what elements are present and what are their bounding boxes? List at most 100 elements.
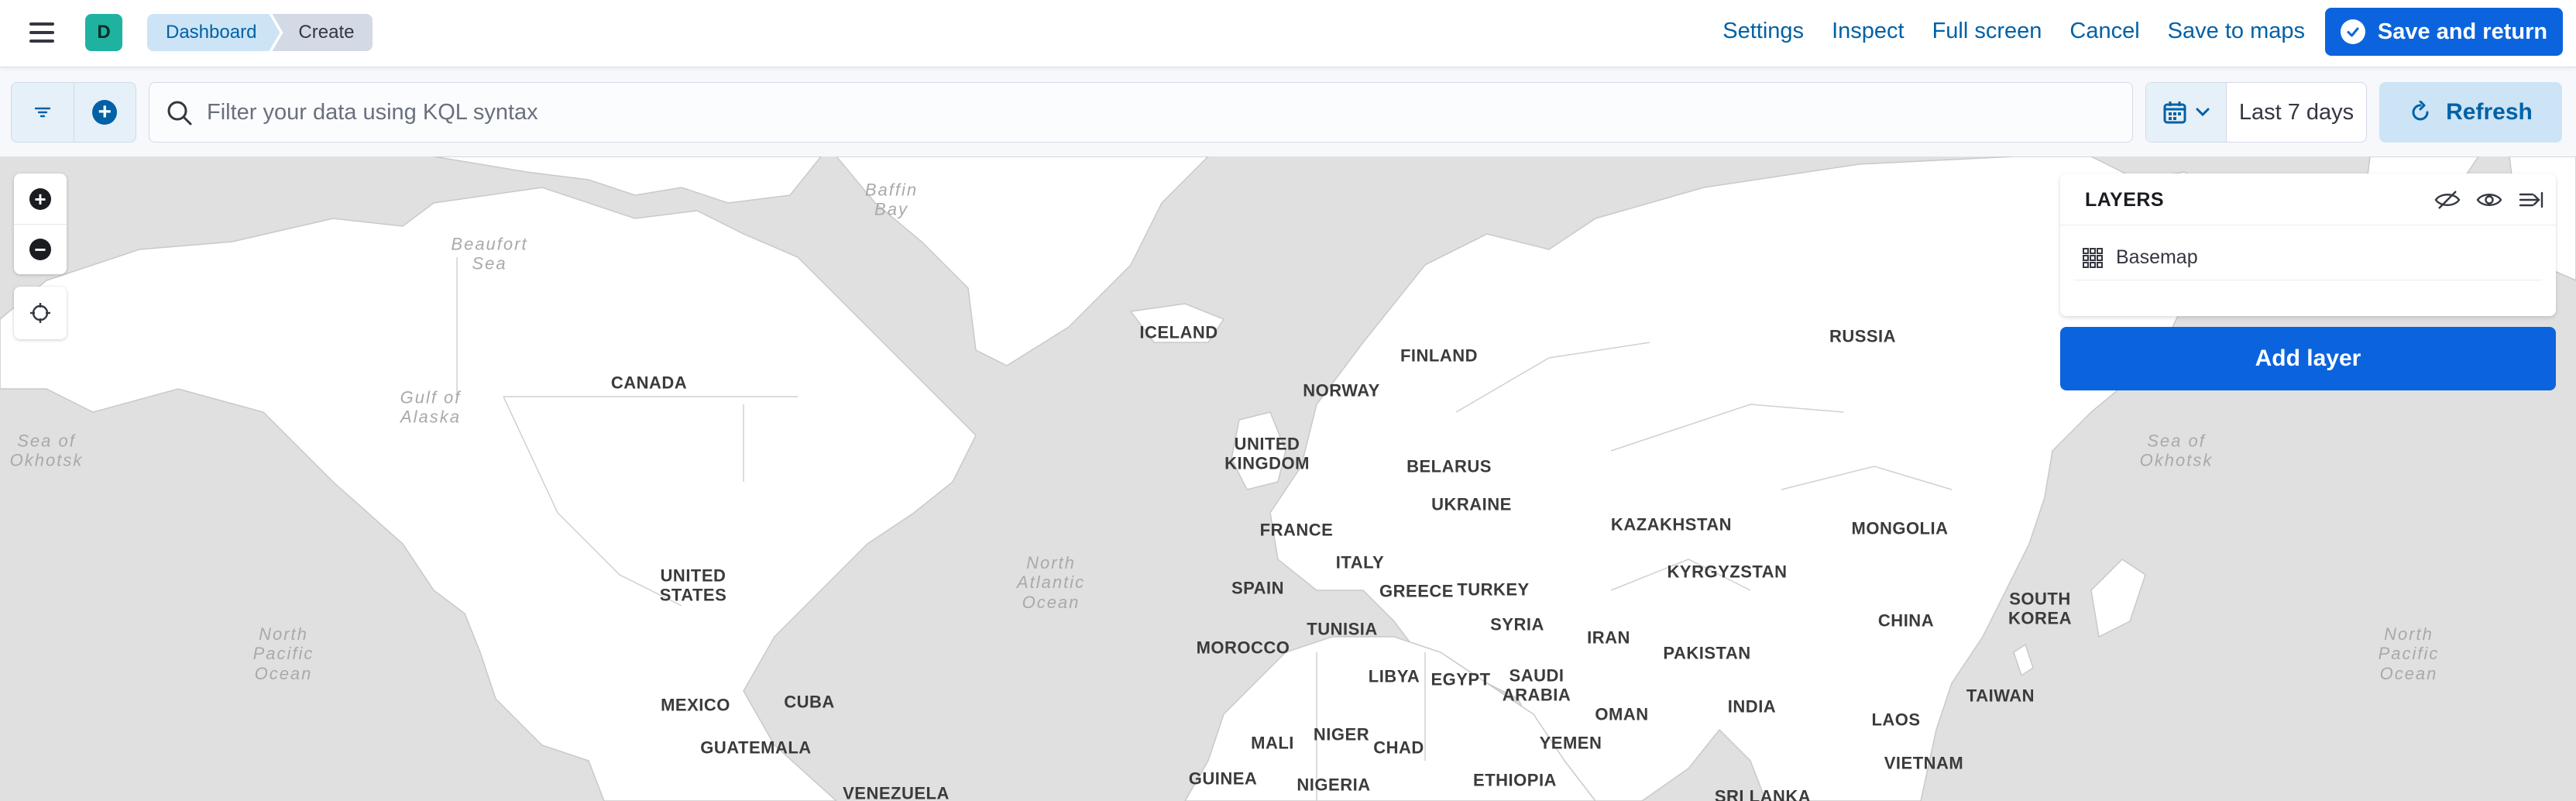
breadcrumb-dashboard[interactable]: Dashboard <box>147 14 280 51</box>
reset-view-button[interactable] <box>14 287 67 339</box>
country-label: OMAN <box>1595 704 1649 724</box>
country-label: ETHIOPIA <box>1473 770 1557 790</box>
country-label: PAKISTAN <box>1663 643 1751 663</box>
country-label: GUINEA <box>1188 768 1258 789</box>
country-label: LIBYA <box>1368 666 1420 686</box>
country-label: CHINA <box>1877 610 1935 631</box>
grid-icon <box>2083 247 2103 268</box>
country-label: FRANCE <box>1259 520 1334 540</box>
country-label: UNITED STATES <box>659 566 727 605</box>
ocean-label: Baffin Bay <box>864 180 919 219</box>
inspect-link[interactable]: Inspect <box>1832 19 1905 44</box>
layer-item-basemap[interactable]: Basemap <box>2074 235 2542 280</box>
date-range-label[interactable]: Last 7 days <box>2227 83 2366 142</box>
plus-circle-icon: + <box>92 100 118 125</box>
country-label: NIGER <box>1313 724 1370 744</box>
breadcrumb-create: Create <box>272 14 373 51</box>
search-icon <box>167 101 192 125</box>
country-label: KYRGYZSTAN <box>1667 562 1788 582</box>
ocean-label: North Pacific Ocean <box>2378 624 2440 683</box>
country-label: SYRIA <box>1490 614 1544 634</box>
settings-link[interactable]: Settings <box>1722 19 1804 44</box>
refresh-label: Refresh <box>2446 99 2533 125</box>
country-label: GUATEMALA <box>700 737 812 758</box>
add-filter-button[interactable]: + <box>73 83 136 142</box>
space-avatar[interactable]: D <box>85 14 122 51</box>
country-label: CUBA <box>784 692 835 712</box>
ocean-label: Gulf of Alaska <box>400 387 462 427</box>
quick-date-menu-button[interactable] <box>2146 83 2227 142</box>
filter-controls: + <box>11 82 136 143</box>
country-label: VIETNAM <box>1884 753 1964 773</box>
zoom-in-button[interactable]: + <box>14 174 67 224</box>
filter-menu-icon[interactable] <box>12 83 74 142</box>
country-label: NIGERIA <box>1297 775 1371 795</box>
crosshair-icon <box>30 303 50 323</box>
country-label: ICELAND <box>1139 322 1218 342</box>
refresh-button[interactable]: Refresh <box>2379 82 2562 143</box>
query-bar: + Filter your data using KQL syntax Last… <box>0 68 2576 156</box>
add-layer-button[interactable]: Add layer <box>2060 327 2556 390</box>
country-label: KAZAKHSTAN <box>1610 514 1733 535</box>
plus-icon: + <box>29 187 51 210</box>
full-screen-link[interactable]: Full screen <box>1932 19 2042 44</box>
ocean-label: Sea of Okhotsk <box>2139 431 2214 470</box>
hamburger-menu-icon[interactable] <box>25 17 59 48</box>
layers-title: LAYERS <box>2085 189 2165 211</box>
country-label: MEXICO <box>661 695 730 715</box>
layer-panel-controls <box>2433 186 2545 214</box>
collapse-panel-icon[interactable] <box>2517 186 2545 214</box>
save-and-return-label: Save and return <box>2377 19 2548 44</box>
country-label: TURKEY <box>1457 579 1530 600</box>
country-label: CHAD <box>1373 737 1424 758</box>
check-icon <box>2340 19 2365 44</box>
country-label: SRI LANKA <box>1714 786 1812 801</box>
zoom-controls: + − <box>14 174 67 274</box>
eye-icon[interactable] <box>2475 186 2503 214</box>
country-label: UNITED KINGDOM <box>1224 434 1310 473</box>
calendar-icon <box>2163 101 2186 124</box>
minus-icon: − <box>29 239 51 260</box>
country-label: UKRAINE <box>1431 494 1512 514</box>
layers-panel: LAYERS Basemap <box>2060 174 2556 316</box>
country-label: YEMEN <box>1539 733 1602 753</box>
country-label: IRAN <box>1587 627 1630 648</box>
country-label: MONGOLIA <box>1851 518 1949 538</box>
chevron-down-icon <box>2196 108 2209 117</box>
layer-name: Basemap <box>2116 246 2198 268</box>
search-placeholder: Filter your data using KQL syntax <box>207 99 538 125</box>
country-label: BELARUS <box>1406 456 1492 476</box>
top-header: D Dashboard Create Settings Inspect Full… <box>0 0 2576 67</box>
country-label: MOROCCO <box>1196 638 1290 658</box>
country-label: CANADA <box>610 373 688 393</box>
date-picker: Last 7 days <box>2145 82 2367 143</box>
ocean-label: Sea of Okhotsk <box>9 431 84 470</box>
country-label: TUNISIA <box>1307 619 1378 639</box>
country-label: RUSSIA <box>1829 326 1897 346</box>
cancel-link[interactable]: Cancel <box>2069 19 2139 44</box>
country-label: SOUTH KOREA <box>2008 589 2072 628</box>
country-label: NORWAY <box>1303 380 1380 400</box>
ocean-label: Beaufort Sea <box>451 234 528 273</box>
breadcrumb: Dashboard Create <box>147 14 373 51</box>
country-label: FINLAND <box>1400 345 1479 366</box>
country-label: TAIWAN <box>1966 686 2035 706</box>
eye-closed-icon[interactable] <box>2433 186 2461 214</box>
ocean-label: North Atlantic Ocean <box>1016 553 1086 612</box>
country-label: EGYPT <box>1431 669 1491 689</box>
country-label: SAUDI ARABIA <box>1502 665 1571 705</box>
country-label: SPAIN <box>1231 578 1285 598</box>
country-label: MALI <box>1251 733 1294 753</box>
country-label: LAOS <box>1871 710 1921 730</box>
zoom-out-button[interactable]: − <box>14 224 67 274</box>
save-to-maps-link[interactable]: Save to maps <box>2168 19 2305 44</box>
save-and-return-button[interactable]: Save and return <box>2325 8 2563 56</box>
country-label: INDIA <box>1727 696 1777 717</box>
country-label: GREECE <box>1379 581 1454 601</box>
kql-search-input[interactable]: Filter your data using KQL syntax <box>149 82 2133 143</box>
refresh-icon <box>2412 101 2429 121</box>
ocean-label: North Pacific Ocean <box>252 624 314 683</box>
country-label: ITALY <box>1335 552 1385 572</box>
country-label: VENEZUELA <box>843 783 950 801</box>
header-actions: Settings Inspect Full screen Cancel Save… <box>1722 0 2305 62</box>
